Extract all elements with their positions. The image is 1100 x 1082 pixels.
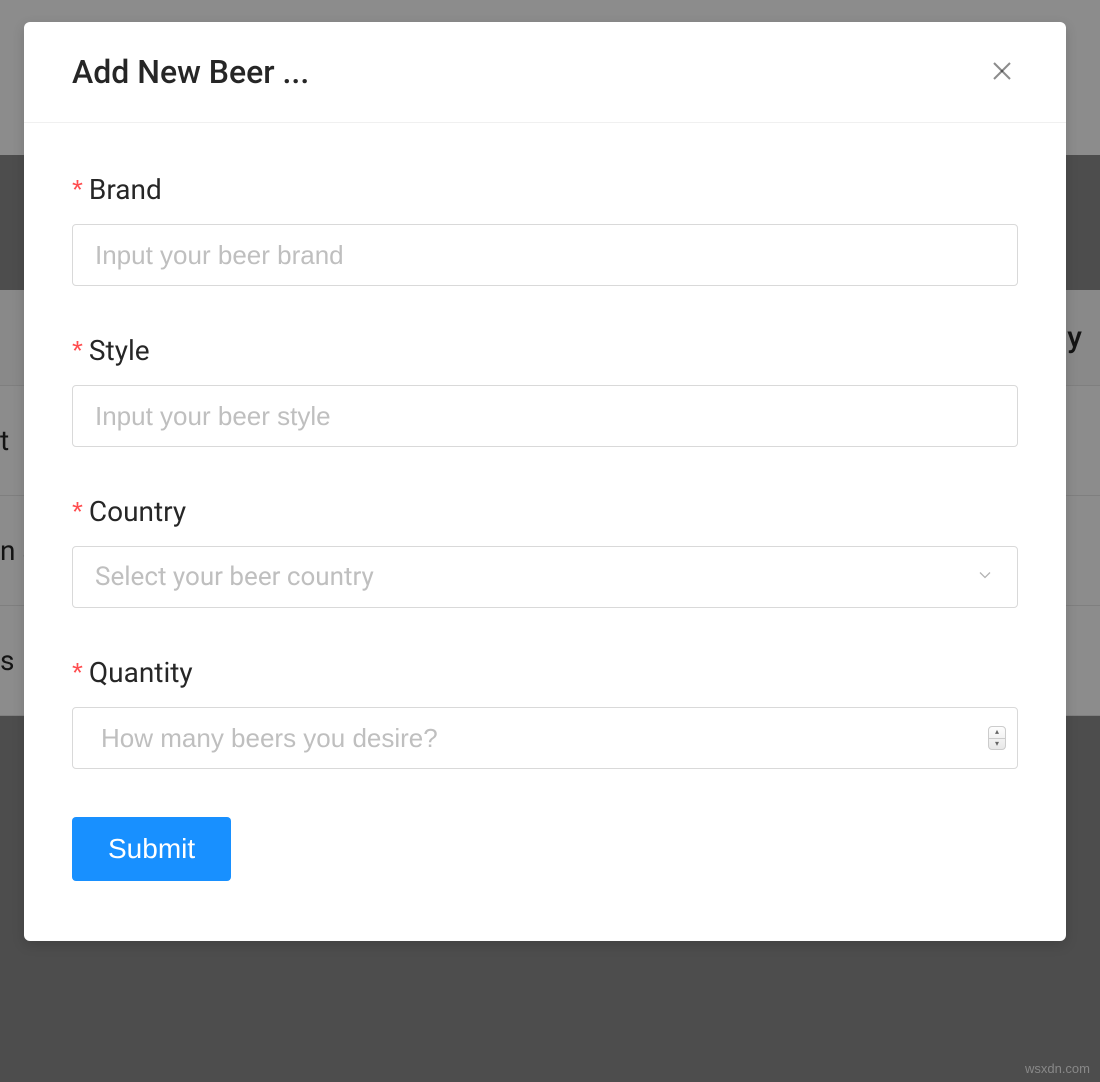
form-item-style: *Style xyxy=(72,334,1018,447)
add-beer-modal: Add New Beer ... *Brand *Style *Country … xyxy=(24,22,1066,941)
brand-label: *Brand xyxy=(72,173,1018,206)
required-mark: * xyxy=(72,496,83,527)
style-label: *Style xyxy=(72,334,1018,367)
close-icon[interactable] xyxy=(986,52,1018,92)
stepper-up-icon[interactable]: ▴ xyxy=(989,727,1005,739)
quantity-stepper[interactable]: ▴ ▾ xyxy=(988,726,1006,750)
modal-body: *Brand *Style *Country Select your beer … xyxy=(24,123,1066,941)
quantity-label: *Quantity xyxy=(72,656,1018,689)
form-item-brand: *Brand xyxy=(72,173,1018,286)
style-label-text: Style xyxy=(89,334,150,367)
country-label: *Country xyxy=(72,495,1018,528)
chevron-down-icon xyxy=(975,562,995,592)
required-mark: * xyxy=(72,335,83,366)
country-placeholder: Select your beer country xyxy=(95,562,374,592)
form-item-country: *Country Select your beer country xyxy=(72,495,1018,608)
quantity-label-text: Quantity xyxy=(89,656,193,689)
modal-title: Add New Beer ... xyxy=(72,53,309,91)
form-item-quantity: *Quantity ▴ ▾ xyxy=(72,656,1018,769)
modal-header: Add New Beer ... xyxy=(24,22,1066,123)
country-label-text: Country xyxy=(89,495,186,528)
brand-input[interactable] xyxy=(72,224,1018,286)
required-mark: * xyxy=(72,174,83,205)
quantity-input[interactable] xyxy=(72,707,1018,769)
watermark: wsxdn.com xyxy=(1025,1061,1090,1076)
style-input[interactable] xyxy=(72,385,1018,447)
submit-button[interactable]: Submit xyxy=(72,817,231,881)
country-select[interactable]: Select your beer country xyxy=(72,546,1018,608)
required-mark: * xyxy=(72,657,83,688)
stepper-down-icon[interactable]: ▾ xyxy=(989,739,1005,750)
brand-label-text: Brand xyxy=(89,173,162,206)
